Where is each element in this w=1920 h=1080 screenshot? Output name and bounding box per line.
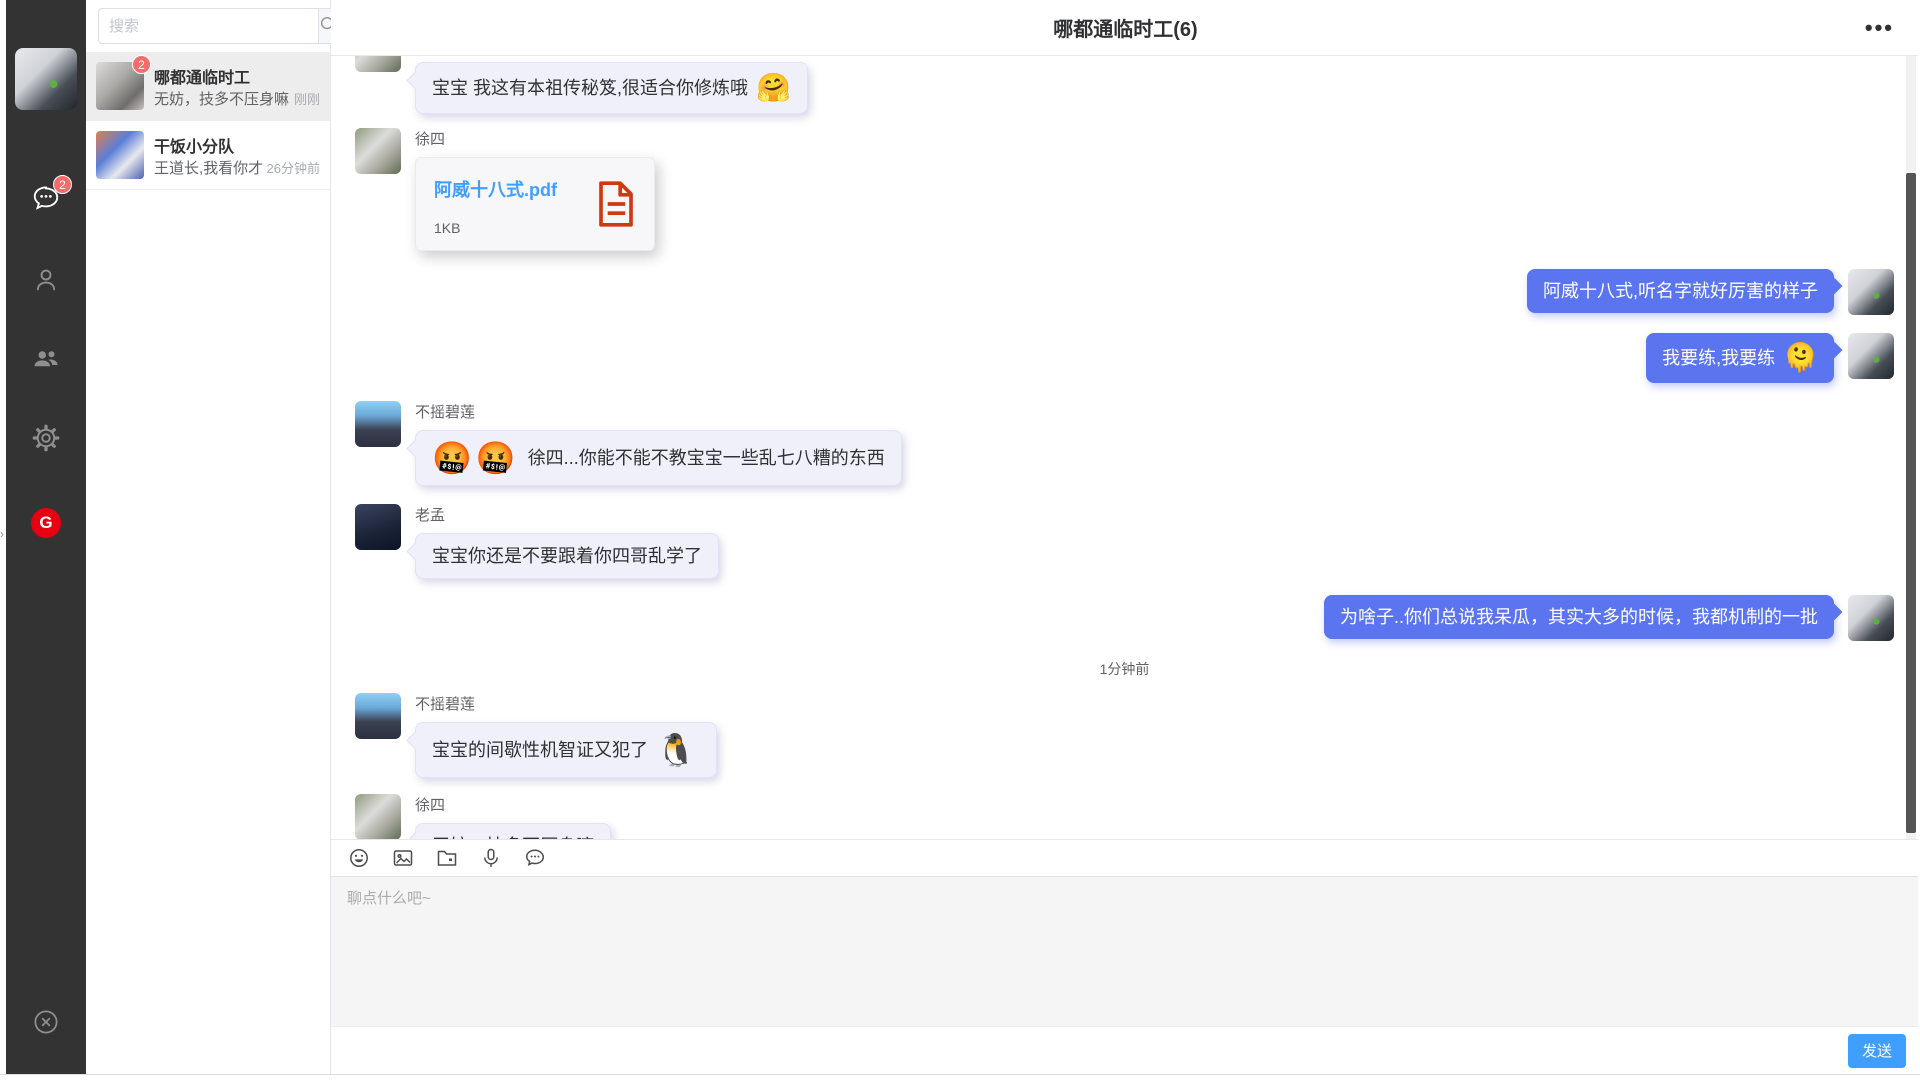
message-row: 为啥子..你们总说我呆瓜，其实大多的时候，我都机制的一批 <box>355 595 1894 641</box>
sender-name: 徐四 <box>415 794 445 815</box>
sender-name: 徐四 <box>415 128 445 149</box>
message-text: 为啥子..你们总说我呆瓜，其实大多的时候，我都机制的一批 <box>1340 605 1818 629</box>
avatar[interactable] <box>355 504 401 550</box>
send-button[interactable]: 发送 <box>1848 1034 1906 1068</box>
g-logo-icon: G <box>31 508 61 538</box>
message-text: 宝宝你还是不要跟着你四哥乱学了 <box>432 544 702 568</box>
message-row: 徐四 无妨，技多不压身嘛 <box>355 794 1894 839</box>
image-upload-button[interactable] <box>391 846 415 870</box>
chat-history-button[interactable] <box>523 846 547 870</box>
emoji-angry-faces: 🤬🤬 <box>432 441 520 475</box>
g-logo-button[interactable]: G <box>6 508 86 538</box>
panel-collapse-arrow-icon[interactable]: › <box>0 528 6 540</box>
message-row: 不摇碧莲 🤬🤬 徐四...你能不能不教宝宝一些乱七八糟的东西 <box>355 401 1894 486</box>
message-bubble: 🤬🤬 徐四...你能不能不教宝宝一些乱七八糟的东西 <box>415 430 902 486</box>
message-bubble: 无妨，技多不压身嘛 <box>415 823 611 839</box>
file-size: 1KB <box>434 220 557 236</box>
message-text: 我要练,我要练 <box>1662 346 1775 370</box>
avatar[interactable] <box>355 794 401 839</box>
group-icon <box>31 343 61 378</box>
send-bar: 发送 <box>331 1026 1920 1074</box>
message-bubble: 宝宝 我这有本祖传秘笈,很适合你修炼哦 🤗 <box>415 62 808 114</box>
search-input[interactable] <box>98 8 318 44</box>
message-row: 不摇碧莲 宝宝的间歇性机智证又犯了 🐧 <box>355 693 1894 778</box>
composer: 发送 <box>331 839 1920 1074</box>
close-circle-icon <box>31 1007 61 1042</box>
message-input-area <box>331 876 1920 1026</box>
sender-name: 不摇碧莲 <box>415 693 475 714</box>
message-text: 宝宝 我这有本祖传秘笈,很适合你修炼哦 <box>432 76 748 100</box>
message-text: 宝宝的间歇性机智证又犯了 <box>432 738 648 762</box>
search-bar <box>86 0 330 52</box>
nav-groups-button[interactable] <box>6 343 86 378</box>
chat-header: 哪都通临时工(6) ••• <box>331 0 1920 56</box>
conversation-time: 26分钟前 <box>267 158 320 177</box>
message-row: 宝宝 我这有本祖传秘笈,很适合你修炼哦 🤗 <box>355 56 1894 114</box>
conversation-avatar <box>96 131 144 179</box>
message-bubble: 宝宝的间歇性机智证又犯了 🐧 <box>415 722 717 778</box>
conversation-avatar: 2 <box>96 62 144 110</box>
logout-button[interactable] <box>6 1007 86 1042</box>
unread-badge: 2 <box>132 55 151 74</box>
window-edge <box>0 1074 1920 1080</box>
conversation-panel: 2 哪都通临时工 无妨，技多不压身嘛 刚刚 干饭小分队 王道长,我看你才... … <box>86 0 331 1074</box>
message-row: 老孟 宝宝你还是不要跟着你四哥乱学了 <box>355 504 1894 579</box>
message-list: 宝宝 我这有本祖传秘笈,很适合你修炼哦 🤗 徐四 阿威十八式.pdf 1KB <box>331 56 1920 839</box>
gear-icon <box>31 423 61 458</box>
sender-name: 不摇碧莲 <box>415 401 475 422</box>
more-menu-icon[interactable]: ••• <box>1865 23 1894 33</box>
conversation-title: 哪都通临时工 <box>154 64 320 88</box>
conversation-title: 干饭小分队 <box>154 133 320 157</box>
message-row: 阿威十八式,听名字就好厉害的样子 <box>355 269 1894 315</box>
avatar[interactable] <box>1848 333 1894 379</box>
message-input[interactable] <box>331 877 1920 1026</box>
conversation-preview: 王道长,我看你才... <box>154 157 263 178</box>
avatar[interactable] <box>1848 269 1894 315</box>
avatar[interactable] <box>355 693 401 739</box>
message-bubble: 为啥子..你们总说我呆瓜，其实大多的时候，我都机制的一批 <box>1324 595 1834 639</box>
message-row: 我要练,我要练 🫠 <box>355 333 1894 383</box>
conversation-time: 刚刚 <box>294 89 320 108</box>
chat-pane: 哪都通临时工(6) ••• 宝宝 我这有本祖传秘笈,很适合你修炼哦 🤗 徐四 <box>331 0 1920 1074</box>
nav-contacts-button[interactable] <box>6 265 86 300</box>
avatar[interactable] <box>355 128 401 174</box>
message-bubble: 阿威十八式,听名字就好厉害的样子 <box>1527 269 1834 313</box>
emoji-melting-face: 🫠 <box>1783 343 1818 373</box>
user-avatar[interactable] <box>15 48 77 110</box>
file-name[interactable]: 阿威十八式.pdf <box>434 176 557 202</box>
message-row: 徐四 阿威十八式.pdf 1KB <box>355 128 1894 251</box>
scrollbar-thumb[interactable] <box>1906 173 1916 833</box>
nav-chats-button[interactable]: 2 <box>6 183 86 218</box>
file-upload-button[interactable] <box>435 846 459 870</box>
message-text: 无妨，技多不压身嘛 <box>432 834 594 839</box>
avatar[interactable] <box>1848 595 1894 641</box>
nav-rail: 2 <box>6 0 86 1074</box>
app-window: › 2 <box>0 0 1920 1080</box>
conversation-preview: 无妨，技多不压身嘛 <box>154 88 289 109</box>
emoji-hug: 🤗 <box>756 73 791 103</box>
conversation-item-nadutong[interactable]: 2 哪都通临时工 无妨，技多不压身嘛 刚刚 <box>86 52 330 121</box>
emoji-penguin-sticker: 🐧 <box>656 733 700 767</box>
scrollbar-track[interactable] <box>1906 56 1916 839</box>
pdf-file-icon <box>596 180 636 233</box>
message-bubble: 我要练,我要练 🫠 <box>1646 333 1834 383</box>
unread-badge: 2 <box>53 175 72 194</box>
conversation-item-ganfan[interactable]: 干饭小分队 王道长,我看你才... 26分钟前 <box>86 121 330 190</box>
person-icon <box>31 265 61 300</box>
message-text: 阿威十八式,听名字就好厉害的样子 <box>1543 279 1818 303</box>
message-bubble: 宝宝你还是不要跟着你四哥乱学了 <box>415 533 719 579</box>
file-attachment-card[interactable]: 阿威十八式.pdf 1KB <box>415 157 655 251</box>
message-text: 徐四...你能不能不教宝宝一些乱七八糟的东西 <box>528 446 885 470</box>
chat-title: 哪都通临时工(6) <box>1053 13 1197 42</box>
composer-toolbar <box>331 840 1920 876</box>
emoji-picker-button[interactable] <box>347 846 371 870</box>
nav-settings-button[interactable] <box>6 423 86 458</box>
avatar[interactable] <box>355 56 401 72</box>
sender-name: 老孟 <box>415 504 445 525</box>
avatar[interactable] <box>355 401 401 447</box>
voice-message-button[interactable] <box>479 846 503 870</box>
time-divider: 1分钟前 <box>355 659 1894 679</box>
